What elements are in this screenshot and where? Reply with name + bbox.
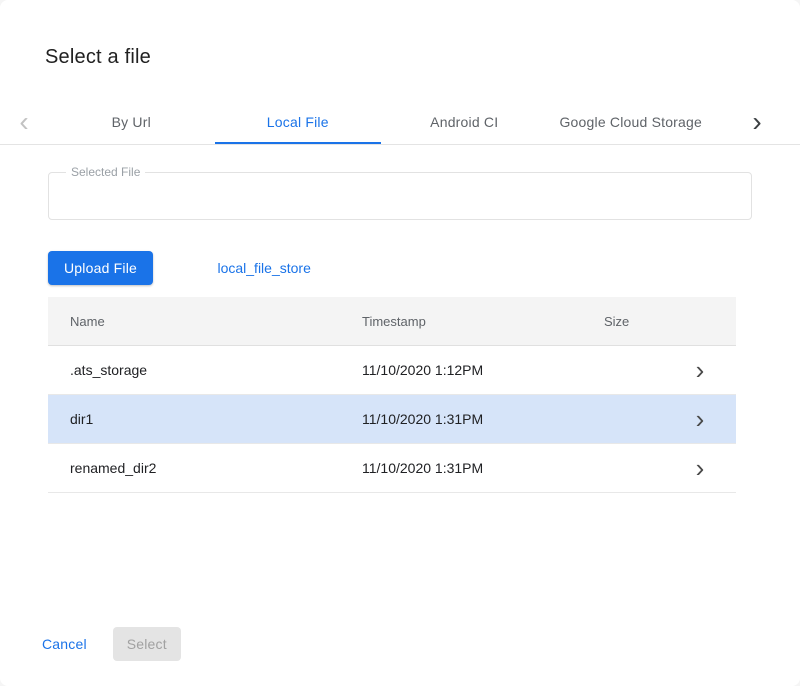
tab-scroll-right-button[interactable]: › (714, 99, 800, 144)
chevron-left-icon: ‹ (19, 108, 28, 136)
table-row[interactable]: dir1 11/10/2020 1:31PM › (48, 395, 736, 444)
file-table: Name Timestamp Size .ats_storage 11/10/2… (48, 297, 736, 493)
row-action-cell: › (664, 357, 736, 383)
row-action-cell: › (664, 406, 736, 432)
chevron-right-icon: › (696, 357, 705, 383)
tab-scroll-left-button[interactable]: ‹ (0, 99, 48, 144)
select-button[interactable]: Select (113, 627, 181, 661)
dialog-actions: Cancel Select (42, 627, 181, 661)
table-row[interactable]: renamed_dir2 11/10/2020 1:31PM › (48, 444, 736, 493)
row-action-cell: › (664, 455, 736, 481)
file-name: dir1 (48, 411, 362, 427)
cancel-button[interactable]: Cancel (42, 628, 87, 660)
tab-list: By Url Local File Android CI Google Clou… (48, 99, 714, 144)
tab-label: Local File (267, 114, 329, 130)
selected-file-label: Selected File (66, 165, 145, 179)
tab-label: By Url (112, 114, 151, 130)
file-name: renamed_dir2 (48, 460, 362, 476)
column-header-size: Size (604, 314, 664, 329)
column-header-name: Name (48, 314, 362, 329)
selected-file-input[interactable] (49, 173, 751, 219)
tab-by-url[interactable]: By Url (48, 99, 215, 144)
file-timestamp: 11/10/2020 1:12PM (362, 362, 604, 378)
chevron-right-icon: › (696, 455, 705, 481)
table-header-row: Name Timestamp Size (48, 297, 736, 346)
dialog-title: Select a file (45, 46, 800, 69)
chevron-right-icon: › (696, 406, 705, 432)
tab-local-file[interactable]: Local File (215, 99, 382, 144)
tab-label: Android CI (430, 114, 498, 130)
tab-label: Google Cloud Storage (559, 114, 702, 130)
local-file-store-link[interactable]: local_file_store (217, 260, 310, 276)
chevron-right-icon: › (752, 108, 761, 136)
upload-file-button[interactable]: Upload File (48, 251, 153, 285)
table-row[interactable]: .ats_storage 11/10/2020 1:12PM › (48, 346, 736, 395)
tab-android-ci[interactable]: Android CI (381, 99, 548, 144)
tab-google-cloud-storage[interactable]: Google Cloud Storage (548, 99, 715, 144)
file-name: .ats_storage (48, 362, 362, 378)
select-file-dialog: Select a file ‹ By Url Local File Androi… (0, 0, 800, 686)
column-header-timestamp: Timestamp (362, 314, 604, 329)
file-timestamp: 11/10/2020 1:31PM (362, 411, 604, 427)
tab-bar: ‹ By Url Local File Android CI Google Cl… (0, 99, 800, 145)
file-timestamp: 11/10/2020 1:31PM (362, 460, 604, 476)
active-tab-indicator (215, 142, 382, 144)
selected-file-field: Selected File (48, 172, 752, 220)
